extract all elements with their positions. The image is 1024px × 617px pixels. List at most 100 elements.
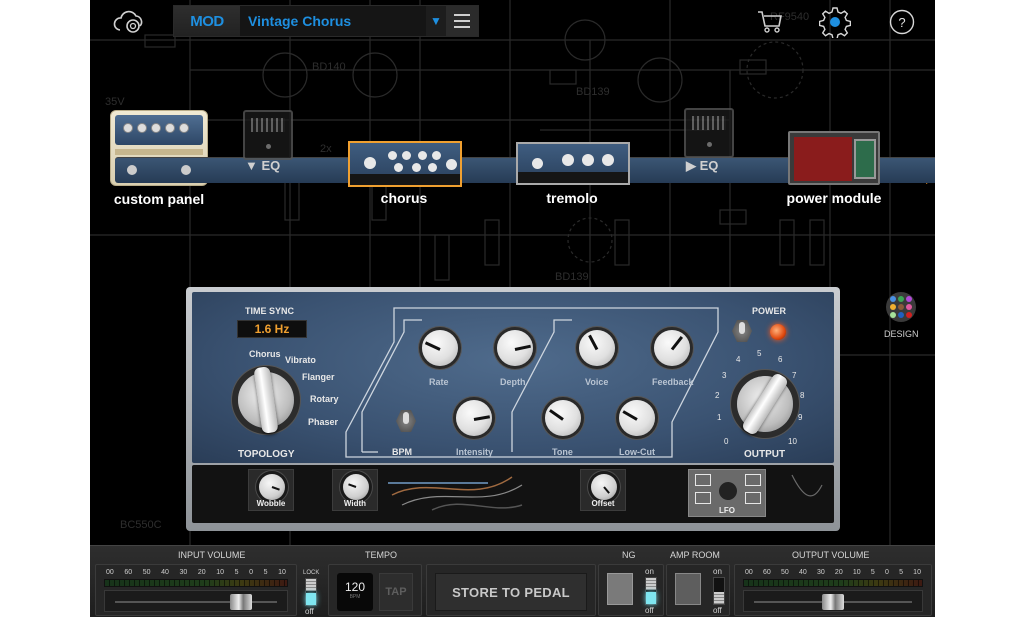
intensity-knob[interactable]: [456, 400, 492, 436]
cloud-icon: [113, 10, 143, 33]
tempo-panel: 120 BPM TAP: [328, 564, 422, 616]
output-tick-6: 6: [778, 355, 783, 364]
low-cut-label: Low-Cut: [619, 447, 655, 457]
tap-tempo-button[interactable]: TAP: [379, 573, 413, 611]
output-tick-1: 1: [717, 413, 722, 422]
depth-knob[interactable]: [497, 330, 533, 366]
chain-eq-pre[interactable]: [243, 110, 293, 160]
noise-gate-pedal-icon[interactable]: [607, 573, 633, 605]
design-button[interactable]: [886, 292, 916, 322]
ramp-wave-icon[interactable]: [745, 492, 761, 504]
amp-room-panel: on off: [666, 564, 730, 616]
wobble-control[interactable]: Wobble: [248, 469, 294, 511]
topology-option-vibrato[interactable]: Vibrato: [285, 355, 316, 365]
output-volume-thumb[interactable]: [822, 594, 844, 610]
rate-knob[interactable]: [422, 330, 458, 366]
intensity-label: Intensity: [456, 447, 494, 457]
tone-knob[interactable]: [545, 400, 581, 436]
topology-option-phaser[interactable]: Phaser: [308, 417, 338, 427]
help-button[interactable]: ?: [886, 6, 918, 38]
topology-knob[interactable]: [238, 366, 294, 434]
output-knob[interactable]: [737, 371, 793, 437]
width-control[interactable]: Width: [332, 469, 378, 511]
output-tick-4: 4: [736, 355, 741, 364]
lfo-selector-knob[interactable]: [715, 478, 741, 504]
chain-label-power-module: power module: [786, 190, 882, 206]
feedback-knob[interactable]: [654, 330, 690, 366]
shop-button[interactable]: [754, 6, 786, 38]
output-tick-0: 0: [724, 437, 729, 446]
cart-icon: [758, 11, 782, 33]
cloud-sync-button[interactable]: [112, 8, 146, 36]
design-label: DESIGN: [884, 329, 919, 339]
amp-room-switch[interactable]: [713, 577, 725, 605]
store-to-pedal-button[interactable]: STORE TO PEDAL: [435, 573, 587, 611]
square-wave-icon[interactable]: [745, 474, 761, 486]
input-volume-fader[interactable]: [104, 590, 288, 612]
output-volume-title: OUTPUT VOLUME: [792, 550, 870, 560]
bottom-control-bar: INPUT VOLUME 00 60 50 40 30 20 10 5 0 5 10 LOCK of…: [90, 545, 935, 617]
chain-label-tremolo: tremolo: [546, 190, 598, 206]
tone-label: Tone: [552, 447, 573, 457]
svg-text:2x: 2x: [320, 143, 332, 155]
caret-down-icon[interactable]: ▼: [426, 14, 446, 28]
svg-text:BD139: BD139: [576, 86, 610, 98]
width-knob[interactable]: [343, 474, 369, 500]
svg-text:BD140: BD140: [312, 61, 346, 73]
settings-button[interactable]: [819, 6, 851, 38]
power-led-icon: [770, 324, 786, 340]
voice-knob[interactable]: [579, 330, 615, 366]
low-cut-knob[interactable]: [619, 400, 655, 436]
amp-room-on-label: on: [713, 567, 722, 576]
mod-label: MOD: [190, 12, 224, 30]
lock-switch[interactable]: [305, 578, 317, 606]
lfo-waveform-selector[interactable]: LFO: [688, 469, 766, 517]
svg-text:BD139: BD139: [555, 271, 589, 283]
output-tick-10: 10: [788, 437, 797, 446]
output-tick-3: 3: [722, 371, 727, 380]
chain-label-eq-post: ▶ EQ: [686, 158, 719, 173]
triangle-wave-icon[interactable]: [695, 492, 711, 504]
power-toggle[interactable]: [732, 320, 752, 342]
sine-wave-icon[interactable]: [695, 474, 711, 486]
output-tick-9: 9: [798, 413, 803, 422]
output-tick-5: 5: [757, 349, 762, 358]
topology-option-rotary[interactable]: Rotary: [310, 394, 339, 404]
offset-knob[interactable]: [591, 474, 617, 500]
lfo-label: LFO: [719, 506, 735, 515]
input-volume-title: INPUT VOLUME: [178, 550, 246, 560]
chain-power-module[interactable]: [788, 131, 880, 185]
app-root: 35VBD1402x BC550CBD139BD139 35VBC550CRF9…: [90, 0, 935, 617]
bpm-label: BPM: [392, 447, 412, 457]
wobble-knob[interactable]: [259, 474, 285, 500]
ng-off-label: off: [645, 606, 654, 615]
time-sync-display: 1.6 Hz: [237, 320, 307, 338]
ng-switch[interactable]: [645, 577, 657, 605]
preset-selector[interactable]: Vintage Chorus: [240, 6, 426, 36]
chain-eq-post[interactable]: [684, 108, 734, 158]
topology-label: TOPOLOGY: [238, 449, 295, 460]
output-volume-fader[interactable]: [743, 590, 923, 612]
offset-control[interactable]: Offset: [580, 469, 626, 511]
chain-tremolo[interactable]: [516, 142, 630, 185]
time-sync-label: TIME SYNC: [245, 306, 295, 316]
output-volume-panel: 00 60 50 40 30 20 10 5 0 5 10: [734, 564, 932, 616]
chain-custom-panel[interactable]: [110, 110, 935, 186]
chain-label-eq-pre: ▼ EQ: [245, 158, 281, 173]
output-tick-8: 8: [800, 391, 805, 400]
input-volume-thumb[interactable]: [229, 594, 252, 610]
store-panel: STORE TO PEDAL: [426, 564, 596, 616]
mod-button[interactable]: MOD: [174, 6, 240, 36]
topology-option-flanger[interactable]: Flanger: [302, 372, 335, 382]
topology-option-chorus[interactable]: Chorus: [249, 349, 281, 359]
menu-button[interactable]: [446, 6, 478, 36]
lock-state: off: [305, 607, 314, 616]
chain-chorus[interactable]: [348, 141, 462, 187]
wobble-label: Wobble: [256, 499, 286, 508]
chain-label-custom-panel: custom panel: [113, 191, 205, 207]
output-label: OUTPUT: [744, 449, 786, 460]
bpm-display[interactable]: 120 BPM: [337, 573, 373, 611]
output-level-meter: [743, 579, 923, 587]
amp-room-icon[interactable]: [675, 573, 701, 605]
feedback-label: Feedback: [652, 377, 694, 387]
